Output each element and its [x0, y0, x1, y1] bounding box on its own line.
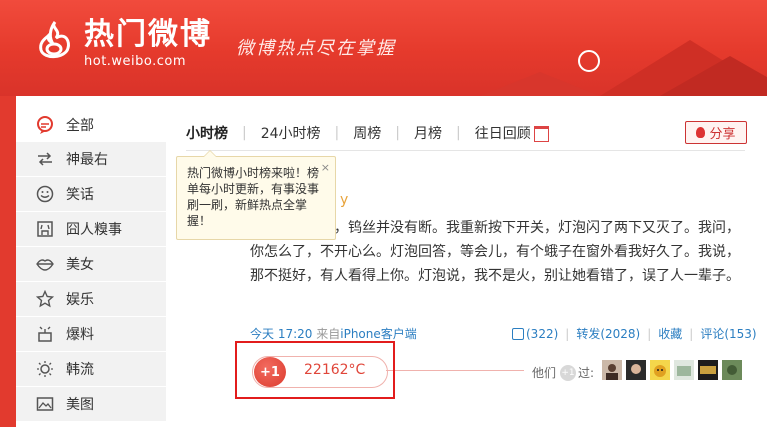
- comment-link[interactable]: 评论(153): [700, 325, 756, 342]
- sidebar-item-jiong[interactable]: 囧人糗事: [16, 212, 166, 246]
- sidebar-item-jokes[interactable]: 笑话: [16, 177, 166, 211]
- avatar[interactable]: [698, 360, 718, 380]
- flame-logo-icon: [39, 21, 70, 58]
- avatar[interactable]: [626, 360, 646, 380]
- tooltip-text: 热门微博小时榜来啦！榜单每小时更新，有事没事刷一刷，新鲜热点全掌握！: [187, 166, 320, 228]
- tab-hourly[interactable]: 小时榜: [186, 123, 242, 143]
- others-plus-one: 他们 +1 过:: [532, 364, 594, 381]
- sidebar-item-pictures[interactable]: 美图: [16, 387, 166, 421]
- flame-icon: [696, 127, 706, 138]
- like-count[interactable]: (322): [526, 327, 558, 341]
- hourly-tooltip: × 热门微博小时榜来啦！榜单每小时更新，有事没事刷一刷，新鲜热点全掌握！: [176, 150, 336, 240]
- arrows-icon: [38, 152, 52, 166]
- post-source-prefix: 来自: [316, 327, 341, 341]
- post-title-partial: y: [340, 192, 349, 208]
- sidebar-item-label: 韩流: [66, 362, 94, 378]
- sidebar-item-breaking[interactable]: 爆料: [16, 317, 166, 351]
- sidebar-item-label: 娱乐: [66, 292, 94, 308]
- sidebar-item-beauty[interactable]: 美女: [16, 247, 166, 281]
- sidebar-item-label: 美图: [66, 397, 94, 413]
- action-separator: |: [565, 326, 570, 341]
- broadcast-icon: [38, 326, 52, 342]
- user-avatars: [602, 360, 746, 380]
- avatar[interactable]: [674, 360, 694, 380]
- chat-bubble-icon: [37, 116, 53, 134]
- slogan: 微博热点尽在掌握: [236, 38, 396, 59]
- tab-weekly[interactable]: 周榜: [339, 123, 395, 143]
- eye-icon: [37, 361, 53, 377]
- sidebar-item-label: 笑话: [66, 187, 94, 203]
- avatar[interactable]: [650, 360, 670, 380]
- logo-url: hot.weibo.com: [84, 54, 187, 69]
- picture-icon: [36, 397, 54, 411]
- sidebar-item-entertainment[interactable]: 娱乐: [16, 282, 166, 316]
- tab-history-label: 往日回顾: [474, 126, 531, 142]
- action-separator: |: [647, 326, 652, 341]
- share-label: 分享: [709, 127, 736, 142]
- jiong-icon: [37, 221, 53, 237]
- sidebar-item-label: 美女: [66, 257, 94, 273]
- sidebar-item-shenzuiyou[interactable]: 神最右: [16, 142, 166, 176]
- sidebar-item-label: 囧人糗事: [66, 222, 122, 238]
- tab-monthly[interactable]: 月榜: [400, 123, 456, 143]
- post-time[interactable]: 今天 17:20: [250, 327, 312, 341]
- post-actions: (322) | 转发(2028) | 收藏 | 评论(153): [512, 325, 757, 342]
- sidebar-item-label: 神最右: [66, 152, 108, 168]
- others-suffix: 过:: [578, 366, 595, 380]
- repost-link[interactable]: 转发(2028): [576, 325, 640, 342]
- mini-plus-icon: +1: [560, 364, 577, 381]
- post-source[interactable]: iPhone客户端: [340, 327, 417, 341]
- sidebar: 全部 神最右 笑话 囧人糗事 美女 娱乐 爆料 韩流 美图: [16, 104, 166, 427]
- close-icon[interactable]: ×: [321, 160, 330, 176]
- sidebar-item-label: 全部: [66, 118, 94, 134]
- share-button[interactable]: 分享: [685, 121, 747, 144]
- smiley-icon: [36, 185, 54, 203]
- sidebar-item-korean-wave[interactable]: 韩流: [16, 352, 166, 386]
- avatar[interactable]: [602, 360, 622, 380]
- calendar-icon: [533, 126, 549, 142]
- logo-title: 热门微博: [84, 17, 212, 52]
- ranking-tabs: 小时榜 | 24小时榜 | 周榜 | 月榜 | 往日回顾: [186, 120, 563, 146]
- tabs-divider: [186, 150, 745, 151]
- site-logo[interactable]: 热门微博 hot.weibo.com: [32, 18, 212, 70]
- others-label: 他们: [532, 366, 557, 380]
- star-icon: [36, 290, 54, 308]
- tab-24-hours[interactable]: 24小时榜: [247, 123, 335, 143]
- post-meta: 今天 17:20 来自iPhone客户端: [250, 325, 417, 342]
- favorite-link[interactable]: 收藏: [658, 325, 682, 342]
- thumbs-up-icon[interactable]: [512, 327, 524, 340]
- tooltip-arrow-fill: [204, 151, 216, 157]
- avatar[interactable]: [722, 360, 742, 380]
- sidebar-item-all[interactable]: 全部: [16, 108, 166, 142]
- globe-icon: [578, 50, 600, 72]
- sidebar-item-label: 爆料: [66, 327, 94, 343]
- heat-line: [386, 370, 524, 371]
- tab-history[interactable]: 往日回顾: [461, 123, 563, 143]
- highlight-box: [235, 341, 395, 399]
- action-separator: |: [689, 326, 694, 341]
- lips-icon: [36, 259, 54, 271]
